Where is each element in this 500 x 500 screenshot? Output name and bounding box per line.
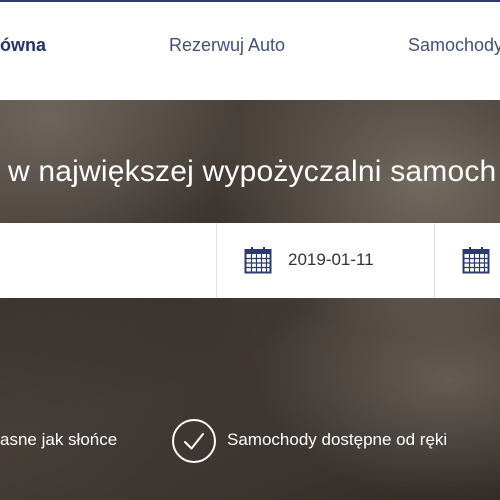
feature-text-2: Samochody dostępne od ręki [227,430,448,449]
check-circle-icon [172,419,216,463]
pickup-date-value: 2019-01-11 [288,250,374,269]
nav-item-home[interactable]: ówna [0,35,46,56]
nav-item-cars[interactable]: Samochody [408,35,500,56]
location-field[interactable] [0,223,216,298]
calendar-icon [462,247,490,274]
calendar-icon [244,247,272,274]
feature-text-1: asne jak słońce [0,430,118,449]
return-date-field[interactable] [434,223,500,298]
search-bar: 2019-01-11 [0,223,500,298]
pickup-date-field[interactable]: 2019-01-11 [216,223,434,298]
hero-headline: w największej wypożyczalni samoch [8,155,497,188]
nav-item-reserve-car[interactable]: Rezerwuj Auto [169,35,285,56]
top-navigation: ówna Rezerwuj Auto Samochody [0,0,500,100]
